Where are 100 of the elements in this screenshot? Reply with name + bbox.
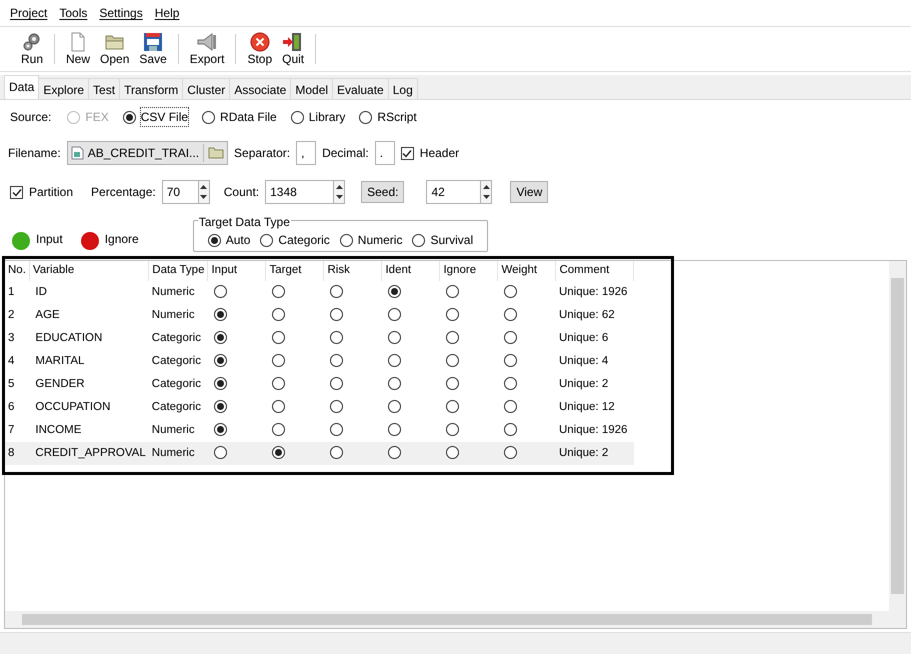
radio-button[interactable] — [214, 446, 227, 460]
checkbox[interactable] — [10, 186, 23, 198]
radio-button[interactable] — [272, 377, 285, 390]
radio-button[interactable] — [330, 377, 343, 390]
radio-button[interactable] — [446, 285, 459, 298]
radio-button[interactable] — [504, 285, 517, 298]
spinner-arrows[interactable] — [481, 180, 492, 204]
radio-button[interactable] — [504, 331, 517, 344]
column-header[interactable]: No. — [5, 261, 30, 281]
radio-button[interactable] — [504, 423, 517, 436]
seed-button[interactable]: Seed: — [361, 181, 404, 203]
radio-button[interactable] — [388, 400, 401, 414]
radio-button[interactable] — [208, 234, 221, 246]
radio-button[interactable] — [446, 308, 459, 322]
radio-button[interactable] — [388, 354, 401, 368]
column-header[interactable]: Target — [266, 261, 324, 281]
radio-button[interactable] — [330, 308, 343, 322]
new-button[interactable]: New — [61, 32, 96, 66]
radio-button[interactable] — [202, 110, 216, 124]
radio-button[interactable] — [446, 446, 459, 460]
menu-item[interactable]: Help — [148, 4, 186, 22]
column-header[interactable]: Variable — [29, 261, 149, 281]
horizontal-scrollbar[interactable] — [5, 611, 906, 628]
radio-button[interactable] — [504, 354, 517, 368]
column-header[interactable]: Ignore — [440, 261, 498, 281]
radio-button[interactable] — [359, 110, 372, 124]
column-header[interactable]: Comment — [556, 261, 634, 281]
radio-button[interactable] — [214, 354, 227, 368]
seed-field[interactable]: 42 — [426, 180, 482, 204]
radio-button[interactable] — [330, 400, 343, 414]
radio-button[interactable] — [388, 423, 401, 436]
radio-button[interactable] — [330, 446, 343, 460]
radio-button[interactable] — [388, 331, 401, 344]
table-cell-text: 6 — [7, 400, 16, 415]
radio-button[interactable] — [388, 446, 401, 460]
count-field[interactable]: 1348 — [265, 180, 334, 204]
spinner-arrows[interactable] — [198, 180, 210, 204]
radio-button[interactable] — [260, 234, 274, 246]
radio-button[interactable] — [214, 331, 227, 344]
radio-button[interactable] — [330, 331, 343, 344]
spinner-arrows[interactable] — [334, 180, 346, 204]
menu-item[interactable]: Settings — [93, 4, 149, 22]
radio-button[interactable] — [214, 423, 227, 436]
radio-button[interactable] — [446, 423, 459, 436]
run-button[interactable]: Run — [16, 32, 48, 66]
percentage-field[interactable]: 70 — [162, 180, 199, 204]
radio-label: Library — [308, 109, 346, 126]
stop-button[interactable]: Stop — [242, 32, 278, 66]
checkbox[interactable] — [400, 146, 414, 160]
radio-button[interactable] — [272, 308, 285, 322]
radio-button[interactable] — [214, 377, 227, 390]
column-header[interactable]: Ident — [382, 261, 440, 281]
column-header[interactable]: Weight — [498, 261, 556, 281]
table-cell-text: EDUCATION — [34, 330, 104, 346]
radio-button[interactable] — [388, 308, 401, 322]
radio-button[interactable] — [412, 234, 426, 246]
menu-item[interactable]: Tools — [53, 4, 94, 22]
radio-button[interactable] — [388, 285, 401, 298]
table-cell-text: Categoric — [150, 330, 202, 346]
radio-button[interactable] — [290, 110, 304, 124]
separator-field[interactable]: , — [296, 141, 316, 165]
column-header[interactable]: Risk — [324, 261, 382, 281]
radio-button[interactable] — [446, 354, 459, 368]
export-button[interactable]: Export — [184, 32, 230, 66]
quit-button[interactable]: Quit — [277, 32, 310, 66]
radio-button[interactable] — [446, 377, 459, 390]
radio-button[interactable] — [446, 400, 459, 414]
radio-button[interactable] — [388, 377, 401, 390]
vertical-scrollbar[interactable] — [889, 261, 906, 611]
tab[interactable]: Data — [4, 75, 40, 99]
radio-button[interactable] — [214, 308, 227, 322]
decimal-field[interactable]: . — [374, 141, 395, 165]
radio-button[interactable] — [330, 354, 343, 368]
radio-button[interactable] — [504, 377, 517, 390]
table-cell-text: Unique: 4 — [558, 354, 610, 369]
radio-button[interactable] — [214, 400, 227, 414]
radio-button[interactable] — [446, 331, 459, 344]
radio-button[interactable] — [214, 285, 227, 298]
column-header[interactable]: Data Type — [148, 261, 208, 281]
save-button[interactable]: Save — [134, 32, 172, 66]
menu-item[interactable]: Project — [4, 4, 54, 22]
radio-button[interactable] — [272, 446, 285, 460]
radio-button[interactable] — [504, 400, 517, 414]
open-button[interactable]: Open — [95, 32, 134, 66]
radio-button[interactable] — [330, 423, 343, 436]
radio-button[interactable] — [340, 234, 353, 246]
column-header[interactable]: Input — [208, 261, 266, 281]
radio-button[interactable] — [504, 446, 517, 460]
radio-button[interactable] — [272, 285, 285, 298]
view-button[interactable]: View — [510, 181, 548, 203]
radio-button[interactable] — [272, 354, 285, 368]
radio-button[interactable] — [272, 400, 285, 414]
radio-button[interactable] — [504, 308, 517, 322]
file-chooser[interactable]: AB_CREDIT_TRAI... — [66, 141, 228, 165]
radio-button[interactable] — [330, 285, 343, 298]
radio-button[interactable] — [272, 331, 285, 344]
tab[interactable]: Log — [388, 78, 418, 99]
tab[interactable]: Explore — [38, 78, 90, 99]
radio-button[interactable] — [272, 423, 285, 436]
radio-button[interactable] — [122, 110, 136, 124]
